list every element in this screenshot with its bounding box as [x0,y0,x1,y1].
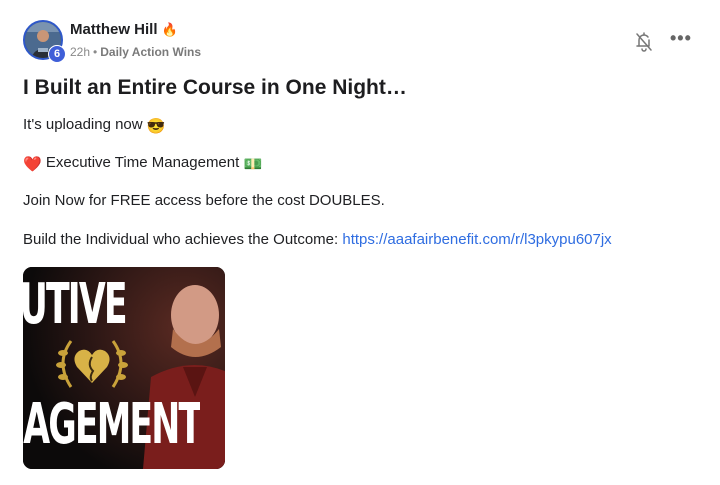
author-name[interactable]: Matthew Hill 🔥 [70,21,178,38]
author-name-text: Matthew Hill [70,21,158,38]
thumbnail-text-line-2: E [13,336,18,392]
thumbnail-text-line-3: NAGEMENT [0,397,201,453]
money-emoji-icon: 💵 [243,156,263,173]
body-line-1: It's uploading now 😎 [23,116,165,135]
author-avatar[interactable]: 6 [23,20,66,63]
post-meta: 22h • Daily Action Wins [70,45,201,59]
level-badge: 6 [48,45,66,63]
heart-emoji-icon: ❤️ [23,156,42,173]
sunglasses-emoji-icon: 😎 [146,118,166,135]
meta-separator: • [93,45,98,59]
body-line-2-text: Executive Time Management [45,154,240,171]
post-card: 6 Matthew Hill 🔥 22h • Daily Action Wins ••… [0,0,720,485]
post-time: 22h [70,45,91,59]
body-line-3: Join Now for FREE access before the cost… [23,192,385,209]
course-link[interactable]: https://aaafairbenefit.com/r/l3pkypu607j… [342,231,611,248]
body-line-1-text: It's uploading now [23,116,143,133]
body-line-4-text: Build the Individual who achieves the Ou… [23,231,339,248]
fire-icon: 🔥 [161,22,178,37]
body-line-4: Build the Individual who achieves the Ou… [23,231,612,248]
thumbnail-text-line-1: CUTIVE [0,277,126,333]
bell-muted-icon[interactable] [634,31,654,53]
post-title: I Built an Entire Course in One Night… [23,76,407,99]
body-line-2: ❤️ Executive Time Management 💵 [23,154,262,173]
category-link[interactable]: Daily Action Wins [100,45,201,59]
more-options-icon[interactable]: ••• [670,29,694,49]
